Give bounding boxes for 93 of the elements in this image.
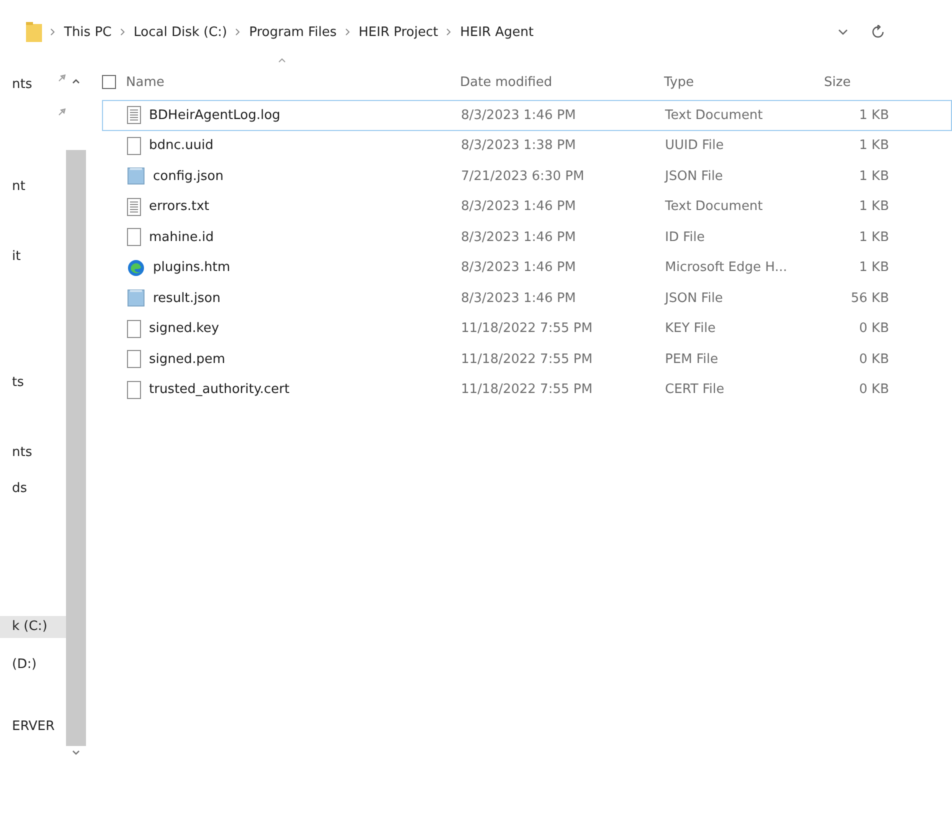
file-row[interactable]: mahine.id 8/3/2023 1:46 PM ID File 1 KB <box>102 222 952 252</box>
file-row[interactable]: result.json 8/3/2023 1:46 PM JSON File 56 KB <box>102 283 952 314</box>
folder-icon <box>26 22 42 42</box>
blank-file-icon <box>127 136 141 155</box>
blank-file-icon <box>127 228 141 246</box>
breadcrumb-item[interactable]: This PC <box>64 24 112 40</box>
select-all-checkbox[interactable] <box>102 75 116 89</box>
pin-icon[interactable] <box>58 74 66 82</box>
file-name: signed.key <box>149 321 220 336</box>
file-name: plugins.htm <box>153 260 230 276</box>
refresh-icon[interactable] <box>872 25 884 39</box>
chevron-icon <box>344 28 351 36</box>
scroll-up-icon[interactable] <box>72 78 80 84</box>
file-row[interactable]: plugins.htm 8/3/2023 1:46 PM Microsoft Edge H... 1 KB <box>102 252 952 283</box>
column-header[interactable]: Size <box>824 74 878 90</box>
breadcrumb-item[interactable]: HEIR Project <box>358 24 438 40</box>
type-cell-text: Text Document <box>665 108 764 123</box>
column-header[interactable]: Date modified <box>460 74 664 90</box>
type-cell-text: CERT File <box>665 382 726 398</box>
type-cell-text: JSON File <box>665 290 724 306</box>
breadcrumb-item[interactable]: HEIR Agent <box>460 24 534 40</box>
sidebar-item[interactable]: it <box>0 246 66 268</box>
pin-icon[interactable] <box>58 108 66 116</box>
chevron-icon <box>235 28 242 36</box>
chevron-icon <box>446 28 452 36</box>
type-cell-text: UUID File <box>665 138 725 154</box>
sidebar-item[interactable]: ERVER <box>0 716 66 738</box>
size-cell-text: 0 KB <box>858 352 889 367</box>
size-cell-text: 1 KB <box>858 199 889 214</box>
date-cell-text: 8/3/2023 1:46 PM <box>461 108 577 123</box>
breadcrumb-item[interactable]: Local Disk (C:) <box>134 24 228 40</box>
type-cell-text: KEY File <box>665 321 717 336</box>
size-cell-text: 0 KB <box>858 321 889 336</box>
file-name: mahine.id <box>149 230 214 245</box>
file-row[interactable]: config.json 7/21/2023 6:30 PM JSON File 1 KB <box>102 161 952 192</box>
scrollbar-thumb[interactable] <box>66 150 86 746</box>
breadcrumb-item[interactable]: Program Files <box>249 24 337 40</box>
sidebar-item[interactable]: ds <box>0 478 66 500</box>
file-row[interactable]: signed.pem 11/18/2022 7:55 PM PEM File 0 KB <box>102 344 952 374</box>
type-cell-text: PEM File <box>665 352 720 367</box>
blank-file-icon <box>127 380 141 399</box>
edge-browser-icon <box>127 258 145 277</box>
scroll-down-icon[interactable] <box>72 750 80 756</box>
file-name: trusted_authority.cert <box>149 382 290 398</box>
date-cell-text: 11/18/2022 7:55 PM <box>461 352 594 367</box>
size-cell-text: 0 KB <box>858 382 889 398</box>
file-row[interactable]: signed.key 11/18/2022 7:55 PM KEY File 0 KB <box>102 314 952 344</box>
chevron-icon <box>120 28 126 36</box>
text-file-icon <box>127 106 141 124</box>
file-row[interactable]: trusted_authority.cert 11/18/2022 7:55 PM CERT File 0 KB <box>102 374 952 405</box>
file-name: errors.txt <box>149 199 210 214</box>
column-header[interactable]: Name <box>126 74 460 90</box>
file-row[interactable]: bdnc.uuid 8/3/2023 1:38 PM UUID File 1 KB <box>102 130 952 161</box>
blank-file-icon <box>127 350 141 368</box>
file-row[interactable]: BDHeirAgentLog.log 8/3/2023 1:46 PM Text Document 1 KB <box>102 100 952 130</box>
size-cell-text: 1 KB <box>858 138 889 154</box>
dropdown-icon[interactable] <box>838 29 848 35</box>
type-cell-text: ID File <box>665 230 706 245</box>
date-cell-text: 8/3/2023 1:46 PM <box>461 260 577 276</box>
date-cell-text: 8/3/2023 1:46 PM <box>461 230 577 245</box>
chevron-icon <box>50 28 56 36</box>
size-cell-text: 56 KB <box>850 290 889 306</box>
file-name: result.json <box>153 290 220 306</box>
size-cell-text: 1 KB <box>858 230 889 245</box>
file-row[interactable]: errors.txt 8/3/2023 1:46 PM Text Document 1 KB <box>102 192 952 222</box>
column-header[interactable]: Type <box>664 74 824 90</box>
file-icon <box>127 289 145 308</box>
size-cell-text: 1 KB <box>858 260 889 276</box>
type-cell-text: Microsoft Edge H... <box>665 260 788 276</box>
type-cell-text: JSON File <box>665 168 724 184</box>
file-name: bdnc.uuid <box>149 138 214 154</box>
sidebar-item[interactable]: (D:) <box>0 654 66 676</box>
file-name: signed.pem <box>149 352 226 367</box>
size-cell-text: 1 KB <box>858 108 889 123</box>
blank-file-icon <box>127 320 141 338</box>
file-name: config.json <box>153 168 224 184</box>
date-cell-text: 11/18/2022 7:55 PM <box>461 321 594 336</box>
date-cell-text: 7/21/2023 6:30 PM <box>461 168 586 184</box>
file-name: BDHeirAgentLog.log <box>149 108 280 123</box>
sidebar-item[interactable]: nts <box>0 442 66 464</box>
size-cell-text: 1 KB <box>858 168 889 184</box>
type-cell-text: Text Document <box>665 199 764 214</box>
sidebar-item[interactable]: k (C:) <box>0 616 66 638</box>
date-cell-text: 8/3/2023 1:46 PM <box>461 199 577 214</box>
sidebar-item[interactable]: nts <box>0 74 66 96</box>
sort-ascending-icon <box>278 58 286 63</box>
date-cell-text: 11/18/2022 7:55 PM <box>461 382 594 398</box>
date-cell-text: 8/3/2023 1:46 PM <box>461 290 577 306</box>
text-file-icon <box>127 198 141 216</box>
date-cell-text: 8/3/2023 1:38 PM <box>461 138 577 154</box>
sidebar-item[interactable]: ts <box>0 372 66 394</box>
file-icon <box>127 167 145 186</box>
sidebar-item[interactable]: nt <box>0 176 66 198</box>
